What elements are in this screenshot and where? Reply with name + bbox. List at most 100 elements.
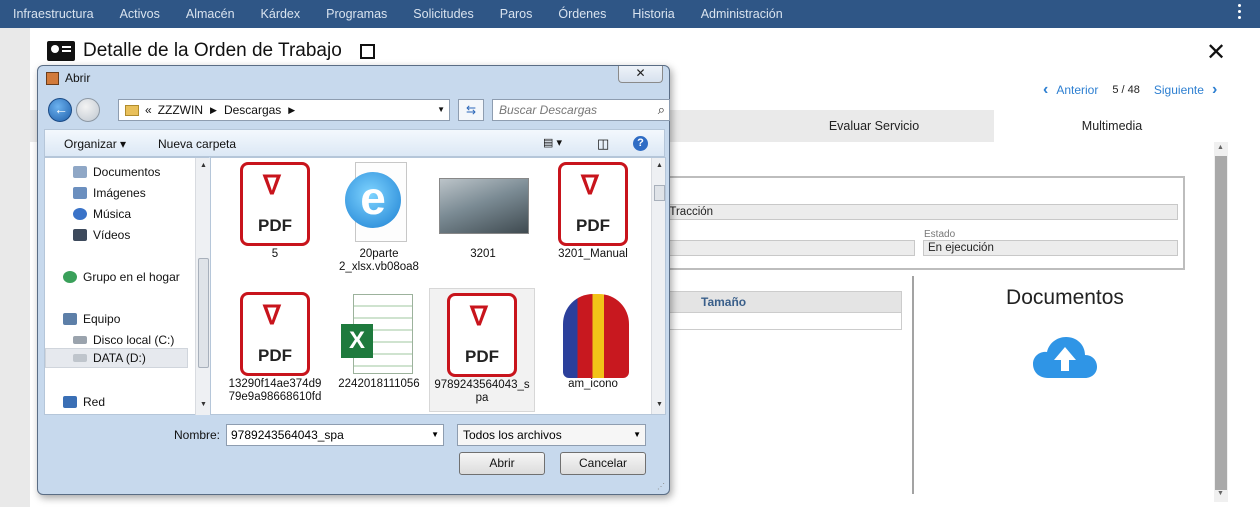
nav-ordenes[interactable]: Órdenes [558, 7, 606, 21]
more-menu-icon[interactable] [1238, 4, 1242, 22]
file-item[interactable]: ᐁ PDF 3201_Manual [541, 160, 645, 261]
search-input[interactable]: Buscar Descargas ⌕ [492, 99, 670, 121]
new-folder-button[interactable]: Nueva carpeta [158, 137, 236, 151]
nav-red[interactable]: Red [63, 395, 105, 409]
page-title: Detalle de la Orden de Trabajo [83, 40, 342, 61]
scroll-down-arrow[interactable]: ▼ [200, 401, 207, 408]
nav-data-d[interactable]: DATA (D:) [45, 348, 188, 368]
breadcrumb-descargas[interactable]: Descargas [224, 103, 281, 117]
scroll-thumb[interactable] [198, 258, 209, 368]
file-item-selected[interactable]: ᐁ PDF 9789243564043_s pa [429, 288, 535, 412]
file-name: 13290f14ae374d9 79e9a98668610fd [228, 378, 322, 403]
nav-infraestructura[interactable]: Infraestructura [13, 7, 94, 21]
scroll-up-arrow[interactable]: ▲ [656, 162, 663, 169]
nav-label: Música [93, 207, 132, 221]
file-list-pane: ᐁ PDF 5 e 20parte 2_xlsx.vb08oa8 3201 ᐁ PD… [210, 157, 666, 415]
close-page-icon[interactable]: ✕ [1206, 38, 1226, 67]
title-checkbox[interactable] [359, 43, 375, 59]
breadcrumb-separator-icon[interactable]: ▶ [210, 105, 217, 116]
chevron-right-icon[interactable]: › [1212, 81, 1217, 99]
nav-label: Imágenes [93, 186, 146, 200]
nav-documentos[interactable]: Documentos [73, 165, 160, 179]
size-column-header: Tamaño [701, 295, 747, 309]
record-counter: 5 / 48 [1112, 84, 1140, 96]
nav-activos[interactable]: Activos [120, 7, 160, 21]
file-item[interactable]: ᐁ PDF 5 [223, 160, 327, 261]
files-scrollbar[interactable]: ▲ ▼ [651, 158, 665, 414]
filetype-value: Todos los archivos [463, 428, 562, 442]
organize-button[interactable]: Organizar ▾ [64, 137, 126, 151]
scroll-thumb[interactable] [1215, 156, 1227, 490]
address-bar[interactable]: « ZZZWIN ▶ Descargas ▶ ▼ [118, 99, 450, 121]
next-link[interactable]: Siguiente [1154, 83, 1204, 97]
pictures-icon [73, 187, 87, 199]
arrow-left-icon: ← [54, 101, 68, 117]
page-scrollbar[interactable]: ▲ ▼ [1214, 142, 1228, 502]
nav-scrollbar[interactable]: ▲ ▼ [195, 158, 210, 415]
nav-grupo-hogar[interactable]: Grupo en el hogar [63, 270, 180, 284]
chevron-down-icon[interactable]: ▼ [431, 425, 439, 445]
file-name: 20parte 2_xlsx.vb08oa8 [339, 248, 419, 273]
left-field [655, 240, 915, 256]
refresh-button[interactable]: ⇆ [458, 99, 484, 121]
organize-label: Organizar [64, 137, 117, 151]
scroll-thumb[interactable] [654, 185, 665, 201]
open-file-dialog: Abrir ✕ ← « ZZZWIN ▶ Descargas ▶ ▼ ⇆ Bus… [37, 65, 670, 495]
back-button[interactable]: ← [48, 98, 72, 122]
nav-kardex[interactable]: Kárdex [261, 7, 301, 21]
nav-musica[interactable]: Música [73, 207, 131, 221]
navigation-pane: Documentos Imágenes Música Vídeos Grupo … [44, 157, 210, 415]
cancel-button[interactable]: Cancelar [560, 452, 646, 475]
forward-button[interactable] [76, 98, 100, 122]
resize-grip-icon[interactable]: ⋰ [657, 482, 665, 491]
nav-programas[interactable]: Programas [326, 7, 387, 21]
previous-link[interactable]: Anterior [1056, 83, 1098, 97]
nav-historia[interactable]: Historia [632, 7, 674, 21]
file-item[interactable]: 3201 [431, 160, 535, 261]
nav-administracion[interactable]: Administración [701, 7, 783, 21]
view-options-icon[interactable]: ▤ ▾ [543, 136, 562, 149]
nav-imagenes[interactable]: Imágenes [73, 186, 146, 200]
pdf-icon: ᐁ PDF [240, 162, 310, 246]
filename-label: Nombre: [174, 428, 221, 442]
file-item[interactable]: am_icono [541, 290, 645, 391]
chevron-left-icon[interactable]: ‹ [1043, 81, 1048, 99]
filename-input[interactable]: 9789243564043_spa ▼ [226, 424, 444, 446]
pdf-icon: ᐁ PDF [447, 293, 517, 377]
scroll-down-arrow[interactable]: ▼ [1217, 490, 1224, 497]
cloud-upload-icon[interactable] [1032, 336, 1098, 380]
breadcrumb-zzzwin[interactable]: ZZZWIN [158, 103, 203, 117]
dialog-titlebar: Abrir [46, 71, 90, 85]
file-item[interactable]: ᐁ PDF 13290f14ae374d9 79e9a98668610fd [223, 290, 327, 404]
breadcrumb-separator-icon[interactable]: ▶ [288, 105, 295, 116]
file-item[interactable]: X 2242018111056 [327, 290, 431, 391]
tab-evaluar-servicio[interactable]: Evaluar Servicio [756, 110, 992, 142]
scroll-down-arrow[interactable]: ▼ [656, 401, 663, 408]
nav-videos[interactable]: Vídeos [73, 228, 130, 242]
tab-multimedia[interactable]: Multimedia [994, 110, 1230, 142]
internet-explorer-icon: e [345, 172, 401, 228]
section-divider [912, 276, 914, 494]
dialog-close-button[interactable]: ✕ [618, 66, 663, 83]
chevron-down-icon[interactable]: ▼ [437, 105, 445, 114]
preview-pane-icon[interactable]: ◫ [597, 136, 609, 152]
nav-equipo[interactable]: Equipo [63, 312, 120, 326]
scroll-up-arrow[interactable]: ▲ [1217, 144, 1224, 151]
filetype-select[interactable]: Todos los archivos ▼ [457, 424, 646, 446]
search-icon: ⌕ [657, 102, 665, 117]
nav-disco-local[interactable]: Disco local (C:) [73, 333, 174, 347]
app-icon [46, 71, 59, 85]
nav-solicitudes[interactable]: Solicitudes [413, 7, 473, 21]
chevron-down-icon[interactable]: ▼ [633, 425, 641, 445]
help-icon[interactable]: ? [633, 136, 648, 151]
id-card-icon [47, 41, 75, 61]
folder-icon [125, 104, 139, 116]
file-item[interactable]: e 20parte 2_xlsx.vb08oa8 [327, 160, 431, 274]
file-name: 5 [271, 248, 279, 260]
am-logo-icon [563, 294, 629, 378]
nav-almacen[interactable]: Almacén [186, 7, 235, 21]
nav-paros[interactable]: Paros [500, 7, 533, 21]
scroll-up-arrow[interactable]: ▲ [200, 162, 207, 169]
open-button[interactable]: Abrir [459, 452, 545, 475]
search-placeholder: Buscar Descargas [499, 103, 598, 117]
